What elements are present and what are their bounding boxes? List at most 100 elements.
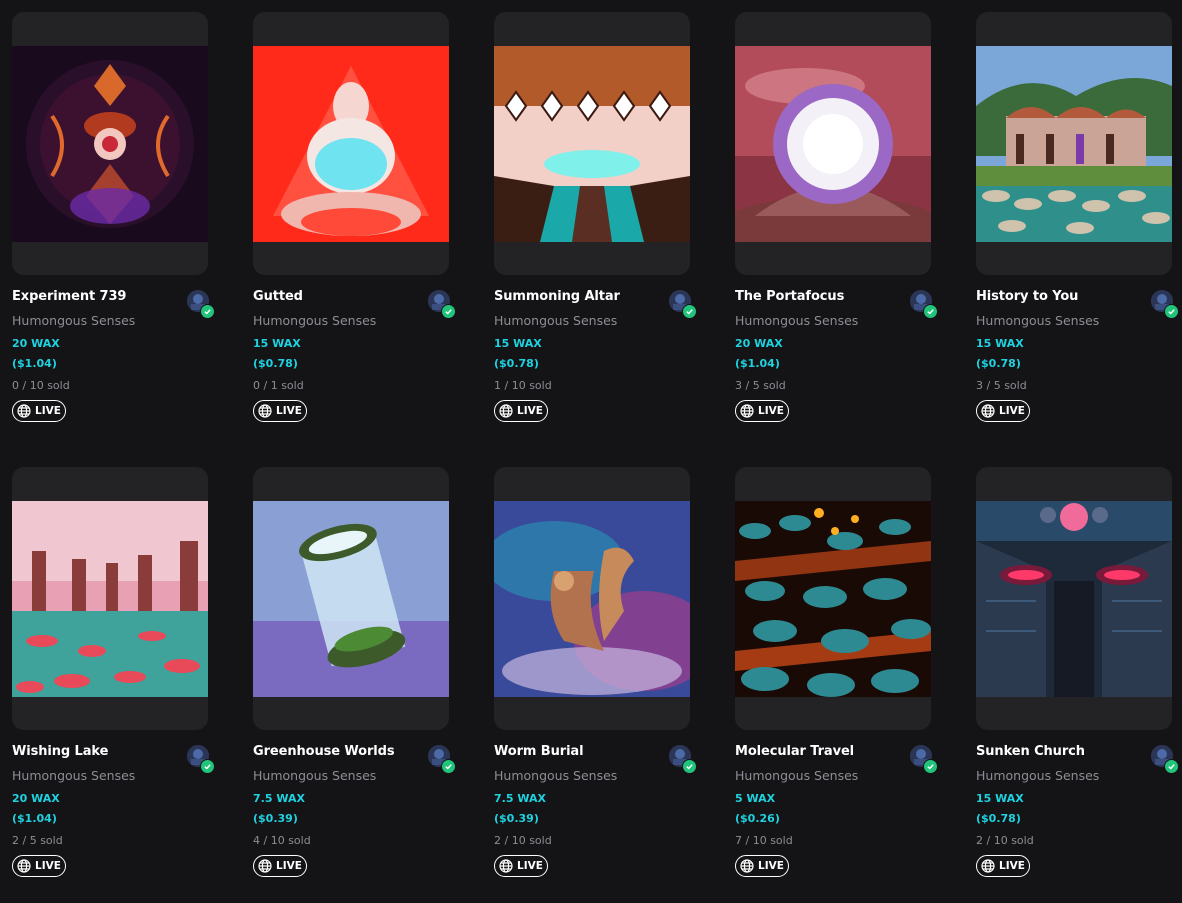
live-label: LIVE (517, 860, 543, 872)
price-wax: 15 WAX (253, 337, 301, 350)
price-wax: 20 WAX (12, 337, 60, 350)
creator-name[interactable]: Humongous Senses (494, 313, 617, 328)
creator-name[interactable]: Humongous Senses (735, 768, 858, 783)
live-status-badge: LIVE (494, 400, 548, 422)
nft-title[interactable]: The Portafocus (735, 289, 905, 304)
nft-artwork-image[interactable] (976, 46, 1172, 242)
nft-thumbnail[interactable] (253, 12, 449, 275)
nft-thumbnail[interactable] (735, 12, 931, 275)
nft-title[interactable]: Gutted (253, 289, 423, 304)
nft-artwork-image[interactable] (976, 501, 1172, 697)
verified-badge-icon (441, 759, 456, 774)
nft-thumbnail[interactable] (494, 12, 690, 275)
verified-badge-icon (682, 759, 697, 774)
price-wax: 15 WAX (976, 337, 1024, 350)
nft-title[interactable]: History to You (976, 289, 1146, 304)
globe-icon (981, 859, 995, 873)
live-label: LIVE (35, 860, 61, 872)
creator-name[interactable]: Humongous Senses (253, 768, 376, 783)
globe-icon (499, 859, 513, 873)
nft-artwork-image[interactable] (253, 46, 449, 242)
nft-artwork-image[interactable] (735, 46, 931, 242)
nft-title[interactable]: Greenhouse Worlds (253, 744, 423, 759)
nft-artwork-image[interactable] (494, 501, 690, 697)
creator-name[interactable]: Humongous Senses (253, 313, 376, 328)
nft-card[interactable]: Experiment 739 Humongous Senses 20 WAX (… (12, 12, 215, 440)
price-usd: ($0.39) (494, 812, 539, 825)
price-usd: ($0.78) (976, 357, 1021, 370)
globe-icon (17, 404, 31, 418)
nft-card[interactable]: History to You Humongous Senses 15 WAX (… (976, 12, 1179, 440)
nft-artwork-image[interactable] (735, 501, 931, 697)
verified-badge-icon (682, 304, 697, 319)
nft-thumbnail[interactable] (976, 467, 1172, 730)
nft-artwork-image[interactable] (494, 46, 690, 242)
nft-artwork-image[interactable] (12, 501, 208, 697)
globe-icon (499, 404, 513, 418)
globe-icon (17, 859, 31, 873)
globe-icon (258, 859, 272, 873)
nft-thumbnail[interactable] (12, 12, 208, 275)
creator-name[interactable]: Humongous Senses (976, 768, 1099, 783)
price-wax: 15 WAX (494, 337, 542, 350)
price-usd: ($0.78) (976, 812, 1021, 825)
live-status-badge: LIVE (976, 400, 1030, 422)
globe-icon (981, 404, 995, 418)
nft-card[interactable]: Greenhouse Worlds Humongous Senses 7.5 W… (253, 467, 456, 895)
nft-artwork-image[interactable] (12, 46, 208, 242)
nft-card[interactable]: Wishing Lake Humongous Senses 20 WAX ($1… (12, 467, 215, 895)
nft-title[interactable]: Experiment 739 (12, 289, 182, 304)
live-status-badge: LIVE (12, 855, 66, 877)
creator-name[interactable]: Humongous Senses (12, 768, 135, 783)
price-wax: 7.5 WAX (494, 792, 546, 805)
sold-count: 2 / 10 sold (976, 834, 1034, 847)
sold-count: 0 / 10 sold (12, 379, 70, 392)
nft-title[interactable]: Molecular Travel (735, 744, 905, 759)
price-usd: ($0.39) (253, 812, 298, 825)
price-usd: ($0.78) (494, 357, 539, 370)
nft-thumbnail[interactable] (12, 467, 208, 730)
creator-name[interactable]: Humongous Senses (494, 768, 617, 783)
live-status-badge: LIVE (494, 855, 548, 877)
live-label: LIVE (276, 405, 302, 417)
verified-badge-icon (1164, 304, 1179, 319)
nft-card[interactable]: Summoning Altar Humongous Senses 15 WAX … (494, 12, 697, 440)
sold-count: 0 / 1 sold (253, 379, 304, 392)
nft-title[interactable]: Wishing Lake (12, 744, 182, 759)
nft-title[interactable]: Sunken Church (976, 744, 1146, 759)
globe-icon (740, 859, 754, 873)
price-usd: ($1.04) (12, 812, 57, 825)
nft-card[interactable]: The Portafocus Humongous Senses 20 WAX (… (735, 12, 938, 440)
nft-card[interactable]: Molecular Travel Humongous Senses 5 WAX … (735, 467, 938, 895)
live-label: LIVE (758, 405, 784, 417)
nft-thumbnail[interactable] (253, 467, 449, 730)
nft-title[interactable]: Worm Burial (494, 744, 664, 759)
price-usd: ($1.04) (735, 357, 780, 370)
live-status-badge: LIVE (253, 855, 307, 877)
globe-icon (258, 404, 272, 418)
live-label: LIVE (999, 860, 1025, 872)
nft-card[interactable]: Worm Burial Humongous Senses 7.5 WAX ($0… (494, 467, 697, 895)
live-status-badge: LIVE (12, 400, 66, 422)
nft-card[interactable]: Sunken Church Humongous Senses 15 WAX ($… (976, 467, 1179, 895)
live-label: LIVE (758, 860, 784, 872)
collection-grid: Experiment 739 Humongous Senses 20 WAX (… (0, 0, 1182, 903)
nft-artwork-image[interactable] (253, 501, 449, 697)
verified-badge-icon (1164, 759, 1179, 774)
verified-badge-icon (923, 304, 938, 319)
nft-thumbnail[interactable] (735, 467, 931, 730)
creator-name[interactable]: Humongous Senses (12, 313, 135, 328)
creator-name[interactable]: Humongous Senses (735, 313, 858, 328)
live-label: LIVE (517, 405, 543, 417)
nft-thumbnail[interactable] (976, 12, 1172, 275)
sold-count: 7 / 10 sold (735, 834, 793, 847)
price-usd: ($1.04) (12, 357, 57, 370)
price-usd: ($0.78) (253, 357, 298, 370)
nft-thumbnail[interactable] (494, 467, 690, 730)
price-wax: 5 WAX (735, 792, 776, 805)
nft-title[interactable]: Summoning Altar (494, 289, 664, 304)
creator-name[interactable]: Humongous Senses (976, 313, 1099, 328)
verified-badge-icon (923, 759, 938, 774)
nft-card[interactable]: Gutted Humongous Senses 15 WAX ($0.78) 0… (253, 12, 456, 440)
live-label: LIVE (276, 860, 302, 872)
